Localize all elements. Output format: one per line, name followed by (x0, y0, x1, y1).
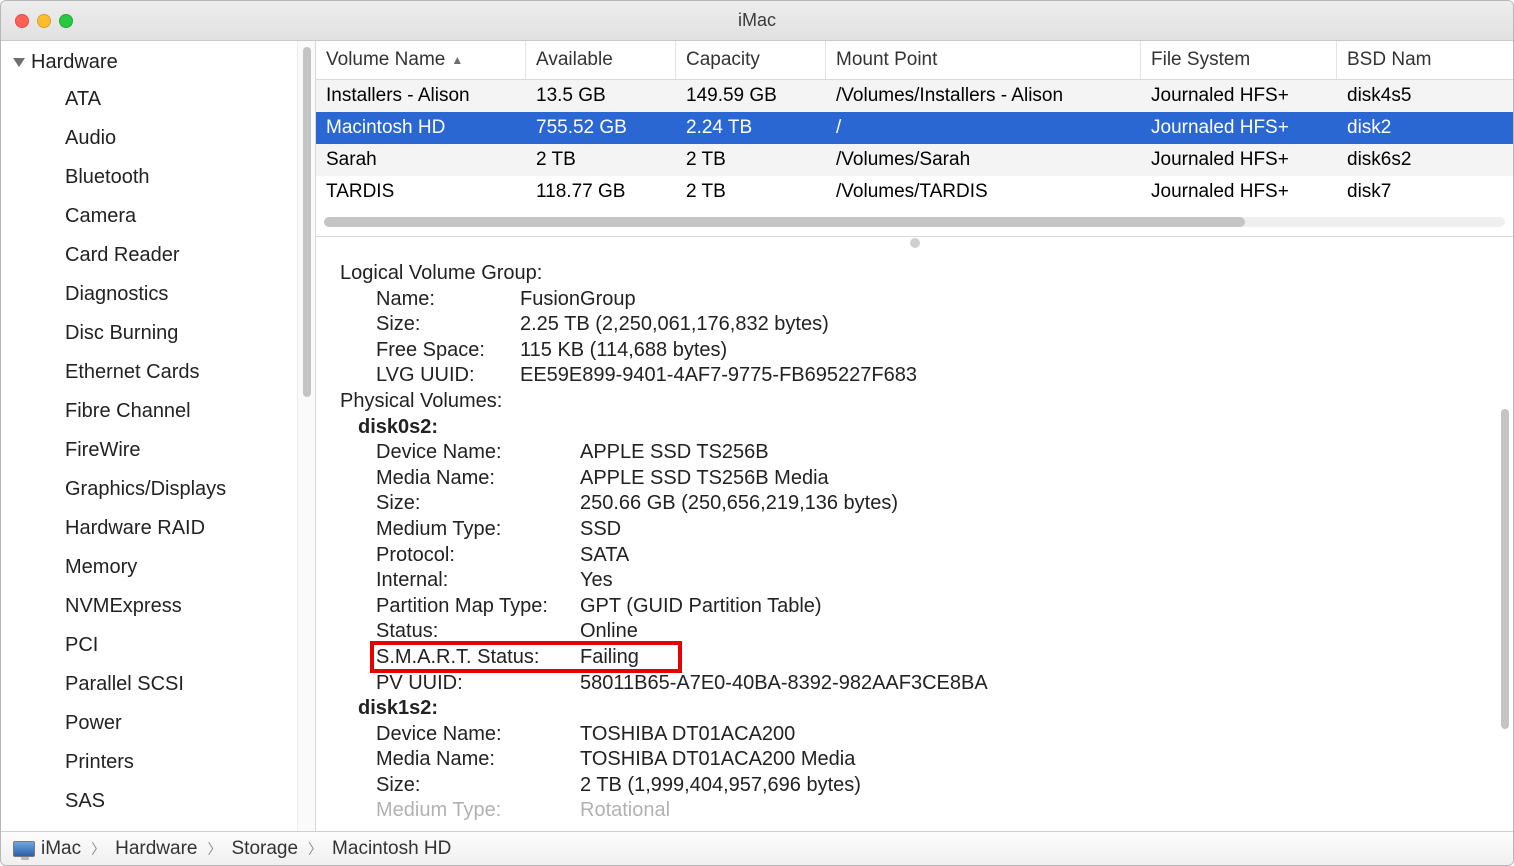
sidebar-item-printers[interactable]: Printers (1, 743, 297, 782)
scrollbar-thumb[interactable] (303, 47, 311, 397)
window-body: Hardware ATAAudioBluetoothCameraCard Rea… (1, 41, 1513, 831)
column-available[interactable]: Available (526, 41, 676, 79)
sidebar-item-bluetooth[interactable]: Bluetooth (1, 158, 297, 197)
sidebar-section-hardware[interactable]: Hardware (1, 45, 297, 80)
main-pane: Volume Name▲ Available Capacity Mount Po… (316, 41, 1513, 831)
table-header: Volume Name▲ Available Capacity Mount Po… (316, 41, 1513, 80)
column-bsd-name[interactable]: BSD Nam (1337, 41, 1513, 79)
table-body: Installers - Alison13.5 GB149.59 GB/Volu… (316, 80, 1513, 208)
sidebar-list[interactable]: Hardware ATAAudioBluetoothCameraCard Rea… (1, 41, 297, 831)
sidebar-item-disc-burning[interactable]: Disc Burning (1, 314, 297, 353)
breadcrumb-imac[interactable]: iMac (41, 838, 81, 860)
pv-header: Physical Volumes: (340, 389, 1513, 415)
sidebar-item-firewire[interactable]: FireWire (1, 431, 297, 470)
sidebar-item-fibre-channel[interactable]: Fibre Channel (1, 392, 297, 431)
table-hscroll[interactable] (316, 208, 1513, 236)
volumes-table: Volume Name▲ Available Capacity Mount Po… (316, 41, 1513, 237)
chevron-right-icon: 〉 (87, 839, 109, 859)
details-scrollbar-thumb[interactable] (1501, 409, 1509, 729)
breadcrumb-hardware[interactable]: Hardware (115, 838, 197, 860)
disk0-label: disk0s2: (340, 415, 1513, 441)
sidebar-item-nvmexpress[interactable]: NVMExpress (1, 587, 297, 626)
chevron-right-icon: 〉 (204, 839, 226, 859)
table-row[interactable]: Macintosh HD755.52 GB2.24 TB/Journaled H… (316, 112, 1513, 144)
hscroll-thumb[interactable] (324, 217, 1245, 227)
disclosure-triangle-icon (13, 58, 25, 67)
chevron-right-icon: 〉 (304, 839, 326, 859)
close-button[interactable] (15, 14, 29, 28)
sidebar-item-camera[interactable]: Camera (1, 197, 297, 236)
smart-status-label: S.M.A.R.T. Status: (340, 645, 580, 671)
lvg-header: Logical Volume Group: (340, 261, 1513, 287)
table-row[interactable]: Installers - Alison13.5 GB149.59 GB/Volu… (316, 80, 1513, 112)
details-pane[interactable]: Logical Volume Group: Name:FusionGroup S… (316, 249, 1513, 831)
drag-handle-icon (910, 238, 920, 248)
sidebar-item-graphics-displays[interactable]: Graphics/Displays (1, 470, 297, 509)
sidebar-item-sas[interactable]: SAS (1, 782, 297, 821)
sidebar: Hardware ATAAudioBluetoothCameraCard Rea… (1, 41, 316, 831)
minimize-button[interactable] (37, 14, 51, 28)
sidebar-header-label: Hardware (31, 51, 118, 74)
sidebar-item-hardware-raid[interactable]: Hardware RAID (1, 509, 297, 548)
path-bar: iMac 〉 Hardware 〉 Storage 〉 Macintosh HD (1, 831, 1513, 865)
window-title: iMac (1, 10, 1513, 31)
traffic-lights (1, 14, 73, 28)
sidebar-item-ethernet-cards[interactable]: Ethernet Cards (1, 353, 297, 392)
hscroll-track (324, 217, 1505, 227)
sidebar-item-pci[interactable]: PCI (1, 626, 297, 665)
zoom-button[interactable] (59, 14, 73, 28)
titlebar[interactable]: iMac (1, 1, 1513, 41)
breadcrumb-macintosh-hd[interactable]: Macintosh HD (332, 838, 451, 860)
table-row[interactable]: Sarah2 TB2 TB/Volumes/SarahJournaled HFS… (316, 144, 1513, 176)
sidebar-item-parallel-scsi[interactable]: Parallel SCSI (1, 665, 297, 704)
sort-indicator-icon: ▲ (451, 53, 463, 67)
sidebar-item-sata-sata-express[interactable]: SATA/SATA Express (1, 821, 297, 831)
sidebar-item-ata[interactable]: ATA (1, 80, 297, 119)
sidebar-item-memory[interactable]: Memory (1, 548, 297, 587)
column-capacity[interactable]: Capacity (676, 41, 826, 79)
sidebar-item-card-reader[interactable]: Card Reader (1, 236, 297, 275)
table-row[interactable]: TARDIS118.77 GB2 TB/Volumes/TARDISJourna… (316, 176, 1513, 208)
sidebar-item-audio[interactable]: Audio (1, 119, 297, 158)
sidebar-item-diagnostics[interactable]: Diagnostics (1, 275, 297, 314)
column-file-system[interactable]: File System (1141, 41, 1337, 79)
system-info-window: iMac Hardware ATAAudioBluetoothCameraCar… (0, 0, 1514, 866)
breadcrumb-storage[interactable]: Storage (232, 838, 299, 860)
pane-separator[interactable] (316, 237, 1513, 249)
column-volume-name[interactable]: Volume Name▲ (316, 41, 526, 79)
disk1-label: disk1s2: (340, 696, 1513, 722)
sidebar-scrollbar[interactable] (297, 41, 315, 831)
imac-icon (13, 841, 35, 857)
sidebar-item-power[interactable]: Power (1, 704, 297, 743)
smart-status-value: Failing (580, 645, 639, 671)
column-mount-point[interactable]: Mount Point (826, 41, 1141, 79)
